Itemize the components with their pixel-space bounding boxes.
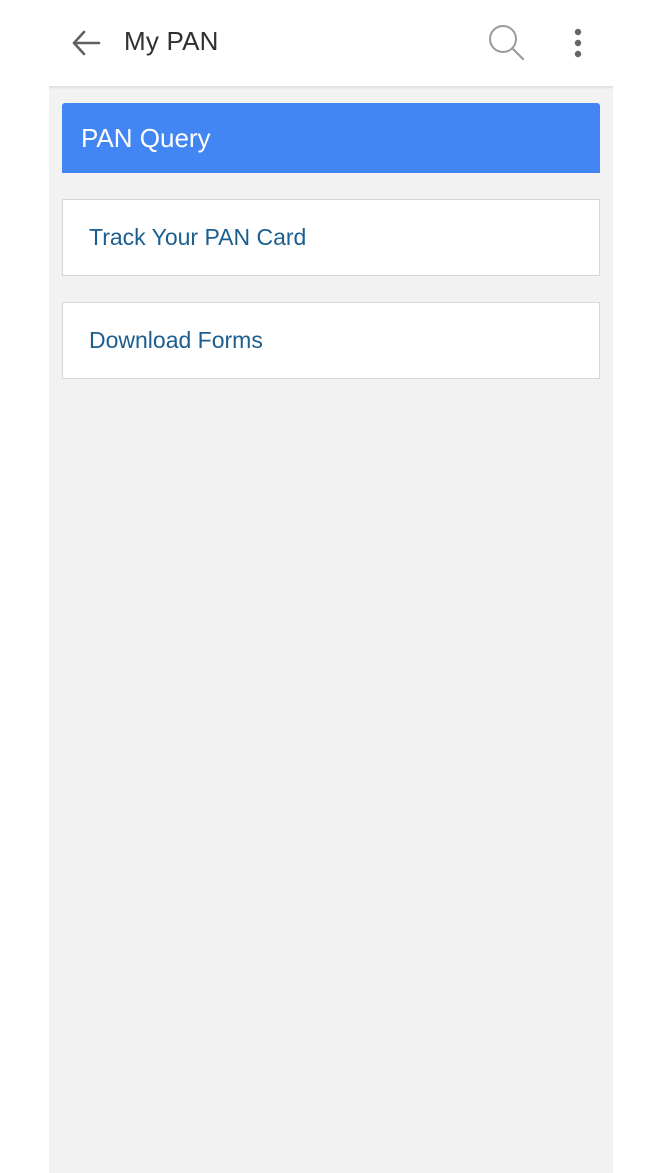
- track-pan-card-item[interactable]: Track Your PAN Card: [62, 199, 600, 276]
- search-icon: [489, 25, 525, 61]
- search-button[interactable]: [486, 22, 528, 64]
- more-options-button[interactable]: [563, 24, 593, 64]
- download-forms-item[interactable]: Download Forms: [62, 302, 600, 379]
- page-title: My PAN: [124, 26, 219, 56]
- section-title: PAN Query: [81, 123, 211, 153]
- app-bar: My PAN: [49, 0, 613, 86]
- section-header: PAN Query: [62, 103, 600, 173]
- back-button[interactable]: [69, 25, 105, 61]
- more-vertical-icon: [574, 28, 582, 58]
- content-area: PAN Query Track Your PAN Card Download F…: [49, 86, 613, 1173]
- download-forms-label: Download Forms: [89, 327, 263, 353]
- arrow-left-icon: [72, 30, 101, 56]
- app-screen: My PAN PAN Query Track Your PAN Card Dow…: [0, 0, 660, 1173]
- track-pan-card-label: Track Your PAN Card: [89, 224, 307, 250]
